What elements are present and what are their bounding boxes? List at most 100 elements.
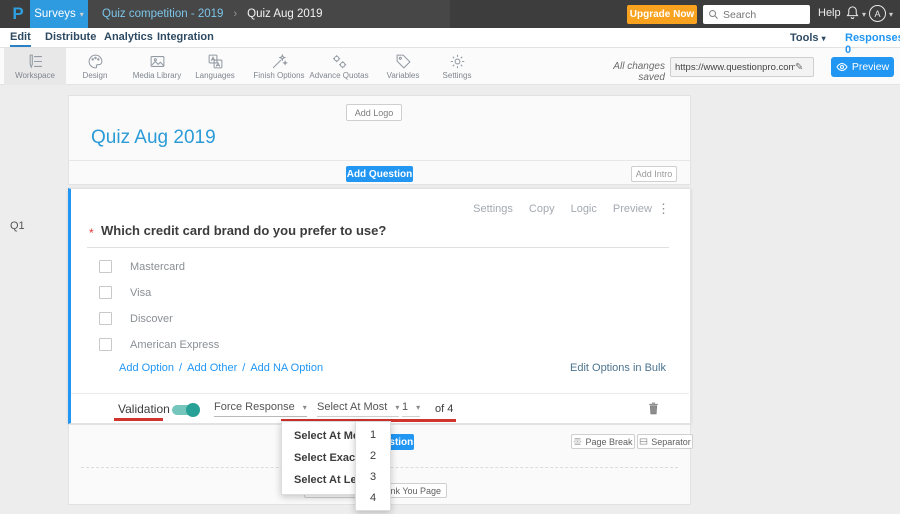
checkbox-icon[interactable] <box>99 312 112 325</box>
dropdown-item-1[interactable]: 1 <box>356 424 390 445</box>
wand-icon <box>272 53 288 69</box>
question-text-underline <box>87 247 669 248</box>
eye-icon <box>836 62 848 72</box>
question-number: Q1 <box>10 220 25 232</box>
add-intro-button[interactable]: Add Intro <box>631 166 677 182</box>
preview-button[interactable]: Preview <box>831 57 894 77</box>
tab-integration[interactable]: Integration <box>157 31 214 43</box>
questionpro-logo-icon[interactable]: P <box>7 4 29 24</box>
toggle-knob <box>186 403 200 417</box>
checkbox-icon[interactable] <box>99 286 112 299</box>
separator-icon <box>640 438 648 445</box>
option-row-american-express[interactable]: American Express <box>99 338 219 351</box>
option-row-mastercard[interactable]: Mastercard <box>99 260 185 273</box>
save-status: All changes saved <box>613 61 665 83</box>
option-row-visa[interactable]: Visa <box>99 286 151 299</box>
breadcrumb: Quiz competition - 2019 › Quiz Aug 2019 <box>88 0 450 28</box>
breadcrumb-parent[interactable]: Quiz competition - 2019 <box>102 8 223 20</box>
page-break-icon <box>574 438 582 445</box>
divider <box>69 160 690 161</box>
dropdown-item-2[interactable]: 2 <box>356 445 390 466</box>
validation-toggle[interactable] <box>172 403 200 417</box>
question-actions: Settings Copy Logic Preview <box>473 203 652 215</box>
page-break-button[interactable]: Page Break <box>571 434 635 449</box>
search-input[interactable] <box>723 8 803 21</box>
tab-analytics[interactable]: Analytics <box>104 31 153 43</box>
gear-icon <box>450 54 464 69</box>
checkbox-icon[interactable] <box>99 260 112 273</box>
bell-chevron-icon[interactable]: ▾ <box>862 10 866 19</box>
survey-header-card: Add Logo Quiz Aug 2019 Add Question Add … <box>68 95 691 185</box>
delete-question-trash-icon[interactable] <box>647 401 660 421</box>
force-response-dropdown[interactable]: Force Response ▾ <box>214 401 307 417</box>
responses-count-link[interactable]: Responses: 0 <box>845 32 900 56</box>
edit-url-pencil-icon[interactable]: ✎ <box>795 62 803 73</box>
product-menu-surveys[interactable]: Surveys ▾ <box>30 0 88 28</box>
toolbar-workspace[interactable]: Workspace <box>4 48 66 85</box>
dropdown-item-select-exactly[interactable]: Select Exactly <box>282 447 368 469</box>
toolbar-settings[interactable]: Settings <box>426 48 488 85</box>
toolbar-advance-quotas[interactable]: Advance Quotas <box>308 48 370 85</box>
search-icon <box>709 10 719 20</box>
product-menu-label: Surveys <box>34 8 76 20</box>
toolbar-finish-options[interactable]: Finish Options <box>248 48 310 85</box>
chevron-down-icon: ▾ <box>395 402 400 412</box>
option-add-links: Add Option / Add Other / Add NA Option <box>119 362 323 374</box>
global-search[interactable] <box>703 5 810 24</box>
edit-options-in-bulk-link[interactable]: Edit Options in Bulk <box>570 362 666 374</box>
avatar[interactable]: A <box>869 5 886 22</box>
question-copy-link[interactable]: Copy <box>529 203 555 215</box>
survey-title[interactable]: Quiz Aug 2019 <box>91 127 216 149</box>
add-logo-button[interactable]: Add Logo <box>346 104 402 121</box>
add-option-link[interactable]: Add Option <box>119 362 174 374</box>
tab-distribute[interactable]: Distribute <box>45 31 96 43</box>
question-settings-link[interactable]: Settings <box>473 203 513 215</box>
toolbar-languages[interactable]: Languages <box>184 48 246 85</box>
chevron-down-icon: ▾ <box>821 34 826 43</box>
quota-gears-icon <box>332 55 346 69</box>
dropdown-item-4[interactable]: 4 <box>356 487 390 508</box>
toolbar-variables[interactable]: Variables <box>372 48 434 85</box>
dropdown-item-select-at-least[interactable]: Select At Least <box>282 469 372 491</box>
tab-edit[interactable]: Edit <box>10 31 31 47</box>
question-logic-link[interactable]: Logic <box>571 203 597 215</box>
image-icon <box>150 56 164 67</box>
option-row-discover[interactable]: Discover <box>99 312 173 325</box>
question-text[interactable]: Which credit card brand do you prefer to… <box>101 223 386 238</box>
chevron-down-icon: ▾ <box>416 402 421 412</box>
add-na-option-link[interactable]: Add NA Option <box>250 362 323 374</box>
select-rule-dropdown[interactable]: Select At Most ▾ <box>317 401 400 417</box>
add-question-button-top[interactable]: Add Question <box>346 166 413 182</box>
checkbox-icon[interactable] <box>99 338 112 351</box>
add-other-link[interactable]: Add Other <box>187 362 237 374</box>
survey-url-input[interactable] <box>675 61 795 73</box>
of-total-label: of 4 <box>435 403 454 415</box>
chevron-down-icon: ▾ <box>79 9 84 19</box>
tools-menu[interactable]: Tools ▾ <box>790 32 826 44</box>
upgrade-now-button[interactable]: Upgrade Now <box>627 5 697 24</box>
separator-button[interactable]: Separator <box>637 434 693 449</box>
link-separator: / <box>242 362 246 374</box>
notifications-bell-icon[interactable] <box>845 5 860 25</box>
avatar-chevron-icon[interactable]: ▾ <box>889 10 893 19</box>
tag-icon <box>396 54 411 69</box>
toolbar-media-library[interactable]: Media Library <box>126 48 188 85</box>
palette-icon <box>88 54 102 69</box>
toolbar-design[interactable]: Design <box>64 48 126 85</box>
divider <box>71 393 689 394</box>
question-kebab-menu-icon[interactable]: ⋮ <box>657 201 670 217</box>
survey-url-field[interactable]: ✎ <box>670 57 814 77</box>
question-preview-link[interactable]: Preview <box>613 203 652 215</box>
dropdown-item-select-at-most[interactable]: Select At Most <box>282 425 369 447</box>
annotation-underline-validation <box>114 418 163 421</box>
select-count-dropdown[interactable]: 1 ▾ <box>402 401 421 417</box>
dropdown-item-3[interactable]: 3 <box>356 466 390 487</box>
select-count-open-dropdown: 1 2 3 4 <box>355 421 391 511</box>
breadcrumb-current: Quiz Aug 2019 <box>247 8 323 20</box>
survey-nav: Edit Distribute Analytics Integration To… <box>0 28 900 56</box>
top-bar: P Surveys ▾ Quiz competition - 2019 › Qu… <box>0 0 900 28</box>
translate-icon <box>208 54 222 69</box>
help-link[interactable]: Help <box>818 7 841 19</box>
workspace-icon <box>29 54 42 69</box>
validation-label: Validation <box>118 402 170 416</box>
